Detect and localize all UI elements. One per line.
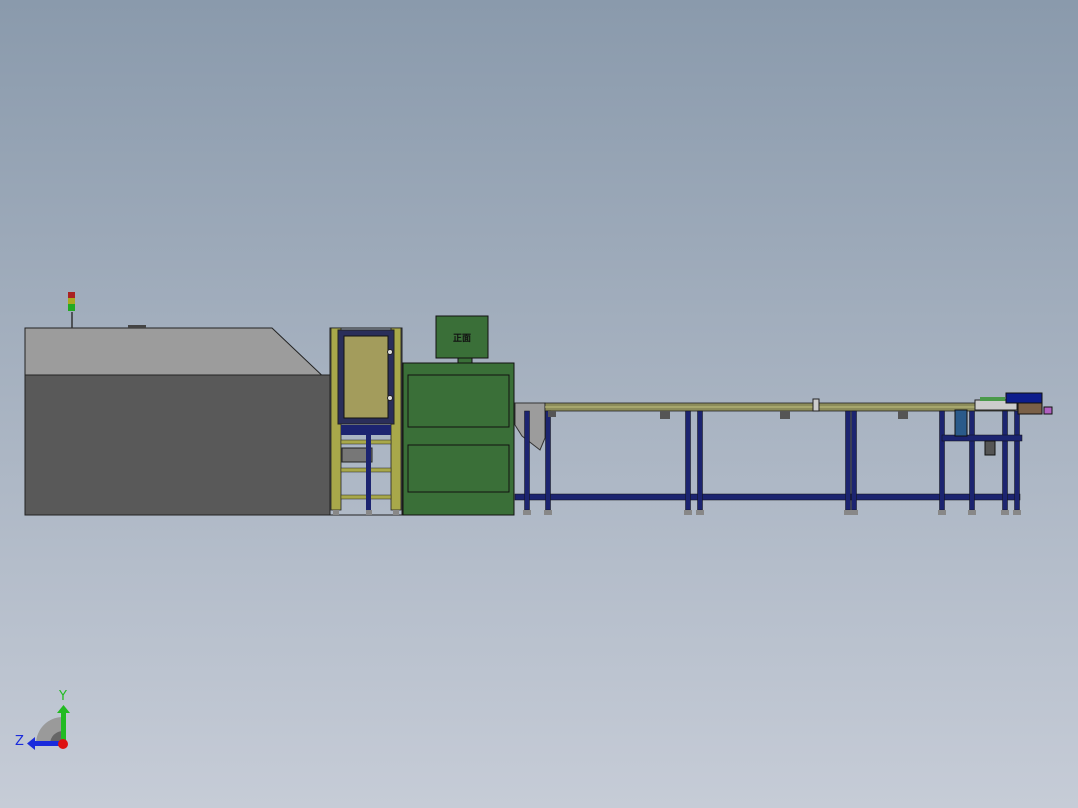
enclosure-body [24,374,331,516]
leveling-foot [696,510,704,515]
loading-cabinet[interactable] [329,327,403,516]
lower-panel [407,444,510,493]
conveyor-leg [524,410,530,511]
signal-tower [68,292,75,328]
leveling-foot [850,510,858,515]
leveling-foot [544,510,552,515]
cad-viewport[interactable]: 正面 Y Z [0,0,1078,808]
conveyor-leg [851,410,857,511]
conveyor-leg [545,410,551,511]
leveling-foot [1001,510,1009,515]
axis-triad: Y Z [15,689,70,750]
enclosure[interactable] [24,325,331,516]
conveyor-leg [1014,410,1020,511]
z-axis-arrow [35,741,62,746]
y-axis-arrow [61,712,66,742]
leveling-foot [523,510,531,515]
conveyor-leg [939,410,945,511]
leveling-foot [1013,510,1021,515]
x-axis-dot [58,739,68,749]
leveling-foot [684,510,692,515]
conveyor-leg [969,410,975,511]
conveyor-leg [845,410,851,511]
conveyor-leg [685,410,691,511]
green-machine[interactable]: 正面 [402,315,515,516]
enclosure-vent [128,325,146,328]
hopper [514,402,546,451]
door-panel[interactable] [343,335,389,419]
z-axis-label: Z [15,734,24,749]
conveyor[interactable] [514,397,1023,515]
leveling-foot [938,510,946,515]
y-axis-label: Y [58,689,67,704]
upper-panel [407,374,510,428]
leveling-foot [968,510,976,515]
conveyor-leg [1002,410,1008,511]
monitor-label: 正面 [453,333,471,344]
conveyor-leg [697,410,703,511]
